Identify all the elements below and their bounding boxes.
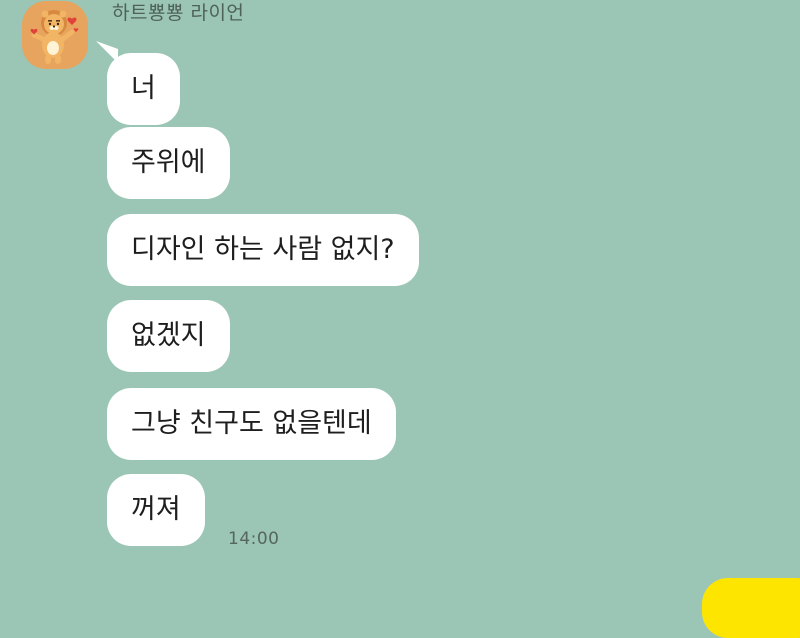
sender-avatar[interactable]	[22, 1, 88, 69]
message-bubble[interactable]: 디자인 하는 사람 없지?	[107, 214, 419, 286]
lion-character-icon	[30, 10, 79, 64]
message-bubble[interactable]: 주위에	[107, 127, 230, 199]
chat-room: 하트뿅뿅 라이언 너 주위에 디자인 하는 사람 없지? 없겠지 그냥 친구도 …	[0, 0, 800, 638]
message-timestamp: 14:00	[228, 529, 280, 549]
message-bubble[interactable]: 그냥 친구도 없을텐데	[107, 388, 396, 460]
sender-name: 하트뿅뿅 라이언	[112, 2, 245, 24]
message-bubble[interactable]: 없겠지	[107, 300, 230, 372]
outgoing-message-bubble[interactable]	[702, 578, 800, 638]
message-bubble[interactable]: 꺼져	[107, 474, 205, 546]
message-bubble[interactable]: 너	[107, 53, 180, 125]
